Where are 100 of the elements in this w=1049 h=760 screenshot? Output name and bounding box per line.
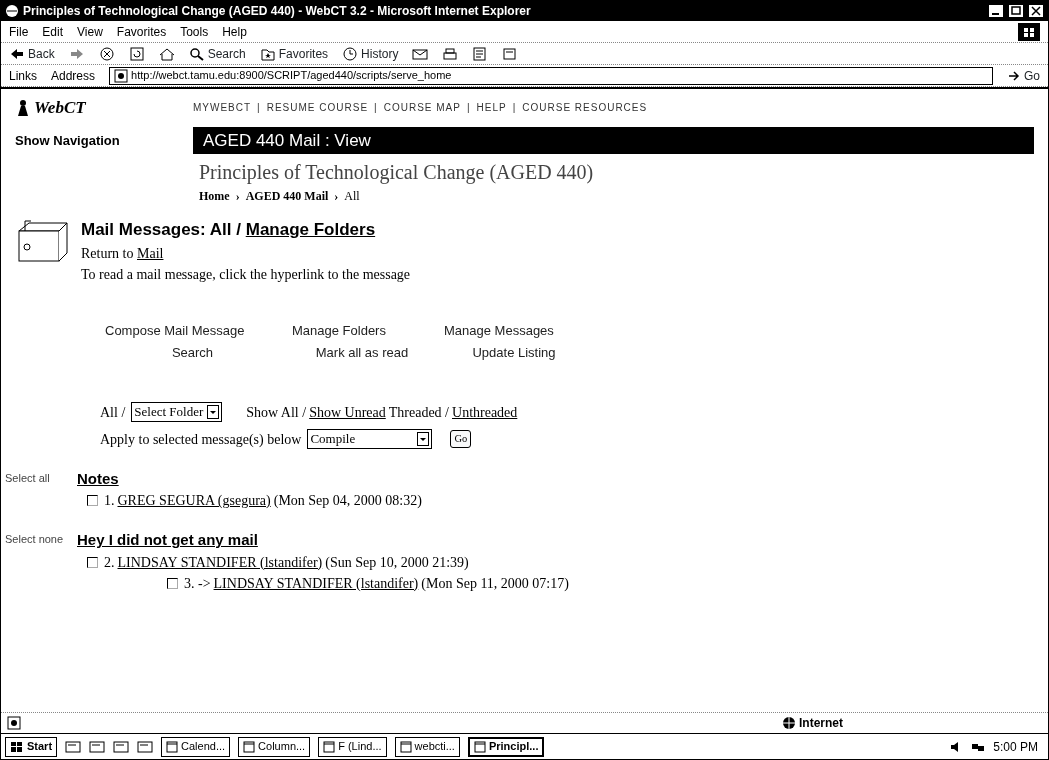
zone-text: Internet [799, 715, 843, 732]
mail-link[interactable]: Mail [137, 245, 164, 261]
menu-item[interactable]: Help [222, 22, 247, 41]
logo-text: WebCT [34, 97, 86, 119]
course-title: Principles of Technological Change (AGED 440) [199, 160, 595, 186]
nav-link-text[interactable]: MYWEBCT [193, 100, 252, 116]
stop-icon[interactable] [98, 46, 115, 61]
view-label: Show All / [246, 403, 307, 422]
breadcrumb-separator: › [235, 188, 240, 205]
page-banner: AGED 440 Mail : View [193, 126, 1034, 154]
maximize-icon[interactable] [1008, 4, 1024, 18]
view-label: Threaded / [388, 403, 449, 422]
window-icon [243, 740, 256, 753]
envelope-icon[interactable] [412, 46, 429, 61]
menu-item[interactable]: Edit [42, 22, 64, 41]
clock-icon [342, 46, 359, 61]
select-link[interactable]: Select all [5, 467, 65, 511]
menu-item[interactable]: View [77, 22, 103, 41]
window-icon [473, 740, 486, 753]
breadcrumb-link[interactable]: Home [199, 187, 230, 205]
nav-link-text[interactable]: COURSE RESOURCES [522, 100, 648, 116]
refresh-icon[interactable] [128, 46, 145, 61]
action-link[interactable]: Update Listing [444, 343, 584, 363]
go-arrow-icon [1007, 68, 1021, 83]
checkbox[interactable] [167, 577, 178, 589]
message-number: 3. -> [184, 574, 211, 593]
action-link[interactable]: Mark all as read [292, 343, 432, 363]
url-text: http://webct.tamu.edu:8900/SCRIPT/aged440/scripts/serve_home [131, 68, 452, 84]
breadcrumb-separator: › [334, 188, 339, 205]
action-select[interactable]: Compile [307, 429, 433, 449]
nav-link-text[interactable]: RESUME COURSE [266, 100, 369, 116]
apply-label: Apply to selected message(s) below [100, 430, 302, 449]
message-date: (Mon Sep 11, 2000 07:17) [421, 574, 569, 593]
return-text: Return to Mail [81, 244, 165, 263]
toolbar-button[interactable]: Search [188, 44, 246, 63]
menu-item[interactable]: Tools [180, 22, 209, 41]
checkbox[interactable] [87, 495, 98, 506]
action-link[interactable]: Search [105, 343, 280, 363]
action-link[interactable]: Compose Mail Message [105, 320, 280, 340]
taskbar-button[interactable]: F (Lind... [318, 736, 387, 757]
thread-subject: Notes [77, 468, 120, 489]
printer-icon[interactable] [442, 46, 459, 61]
mail-heading: Mail Messages: All / Manage Folders [81, 219, 377, 241]
all-label: All / [100, 403, 126, 422]
separator: | [374, 101, 378, 116]
window-icon [166, 740, 179, 753]
view-link[interactable]: Unthreaded [452, 401, 518, 423]
view-link[interactable]: Show Unread [309, 401, 386, 423]
back-arrow-icon [9, 46, 25, 61]
windows-logo-icon [10, 740, 24, 753]
taskbar-button[interactable]: Column... [238, 736, 311, 757]
select-link[interactable]: Select none [5, 529, 65, 594]
window-title: Principles of Technological Change (AGED 440) - WebCT 3.2 - Microsoft Internet Explorer [23, 3, 532, 20]
home-icon[interactable] [158, 46, 175, 61]
author-link[interactable]: GREG SEGURA (gsegura) [117, 490, 271, 511]
nav-link-text[interactable]: COURSE MAP [383, 100, 461, 116]
show-navigation-link[interactable]: Show Navigation [15, 130, 175, 150]
message-number: 1. [104, 492, 115, 510]
start-button[interactable]: Start [5, 736, 58, 757]
address-label: Address [51, 67, 96, 85]
toolbar-button[interactable]: History [342, 44, 399, 63]
taskbar-button[interactable]: webcti... [394, 736, 460, 757]
separator: | [257, 101, 261, 116]
go-button[interactable]: Go [450, 430, 472, 448]
window-icon [323, 740, 336, 753]
folder-star-icon [259, 46, 276, 61]
nav-link-text[interactable]: HELP [476, 100, 507, 116]
thread-subject: Hey I did not get any mail [77, 530, 259, 550]
figure-icon [15, 98, 31, 117]
taskbar-button[interactable]: Principl... [467, 736, 545, 757]
action-link[interactable]: Manage Folders [292, 320, 432, 340]
globe-icon [782, 716, 796, 730]
separator: | [512, 101, 517, 116]
windows-logo-icon [1018, 22, 1040, 41]
go-button[interactable]: Go [1007, 66, 1040, 85]
checkbox[interactable] [87, 556, 98, 568]
menu-item[interactable]: Favorites [116, 22, 167, 41]
message-date: (Sun Sep 10, 2000 21:39) [325, 553, 469, 572]
toolbar-button[interactable]: Favorites [259, 44, 329, 63]
separator: | [466, 101, 471, 116]
menu-item[interactable]: File [9, 22, 29, 41]
instructions-text: To read a mail message, click the hyperlink to the message [81, 265, 411, 284]
folder-select[interactable]: Select Folder [131, 402, 223, 422]
address-field[interactable]: http://webct.tamu.edu:8900/SCRIPT/aged440/scripts/serve_home [109, 66, 993, 85]
taskbar-button[interactable]: Calend... [161, 736, 231, 757]
toolbar-button[interactable]: Back [9, 44, 55, 63]
window-icon [399, 740, 412, 753]
message-number: 2. [104, 553, 115, 572]
message-date: (Mon Sep 04, 2000 08:32) [273, 492, 422, 510]
links-button[interactable]: Links [9, 66, 37, 85]
minimize-icon[interactable] [988, 4, 1004, 18]
author-link[interactable]: LINDSAY STANDIFER (lstandifer) [213, 572, 419, 594]
action-link[interactable]: Manage Messages [444, 320, 584, 340]
clock-text: 5:00 PM [993, 738, 1038, 756]
close-icon[interactable] [1028, 4, 1044, 18]
manage-folders-link[interactable]: Manage Folders [245, 220, 376, 239]
forward-arrow-icon[interactable] [68, 46, 85, 61]
breadcrumb-current: All [344, 188, 360, 205]
author-link[interactable]: LINDSAY STANDIFER (lstandifer) [117, 551, 323, 573]
breadcrumb-link[interactable]: AGED 440 Mail [245, 187, 329, 205]
